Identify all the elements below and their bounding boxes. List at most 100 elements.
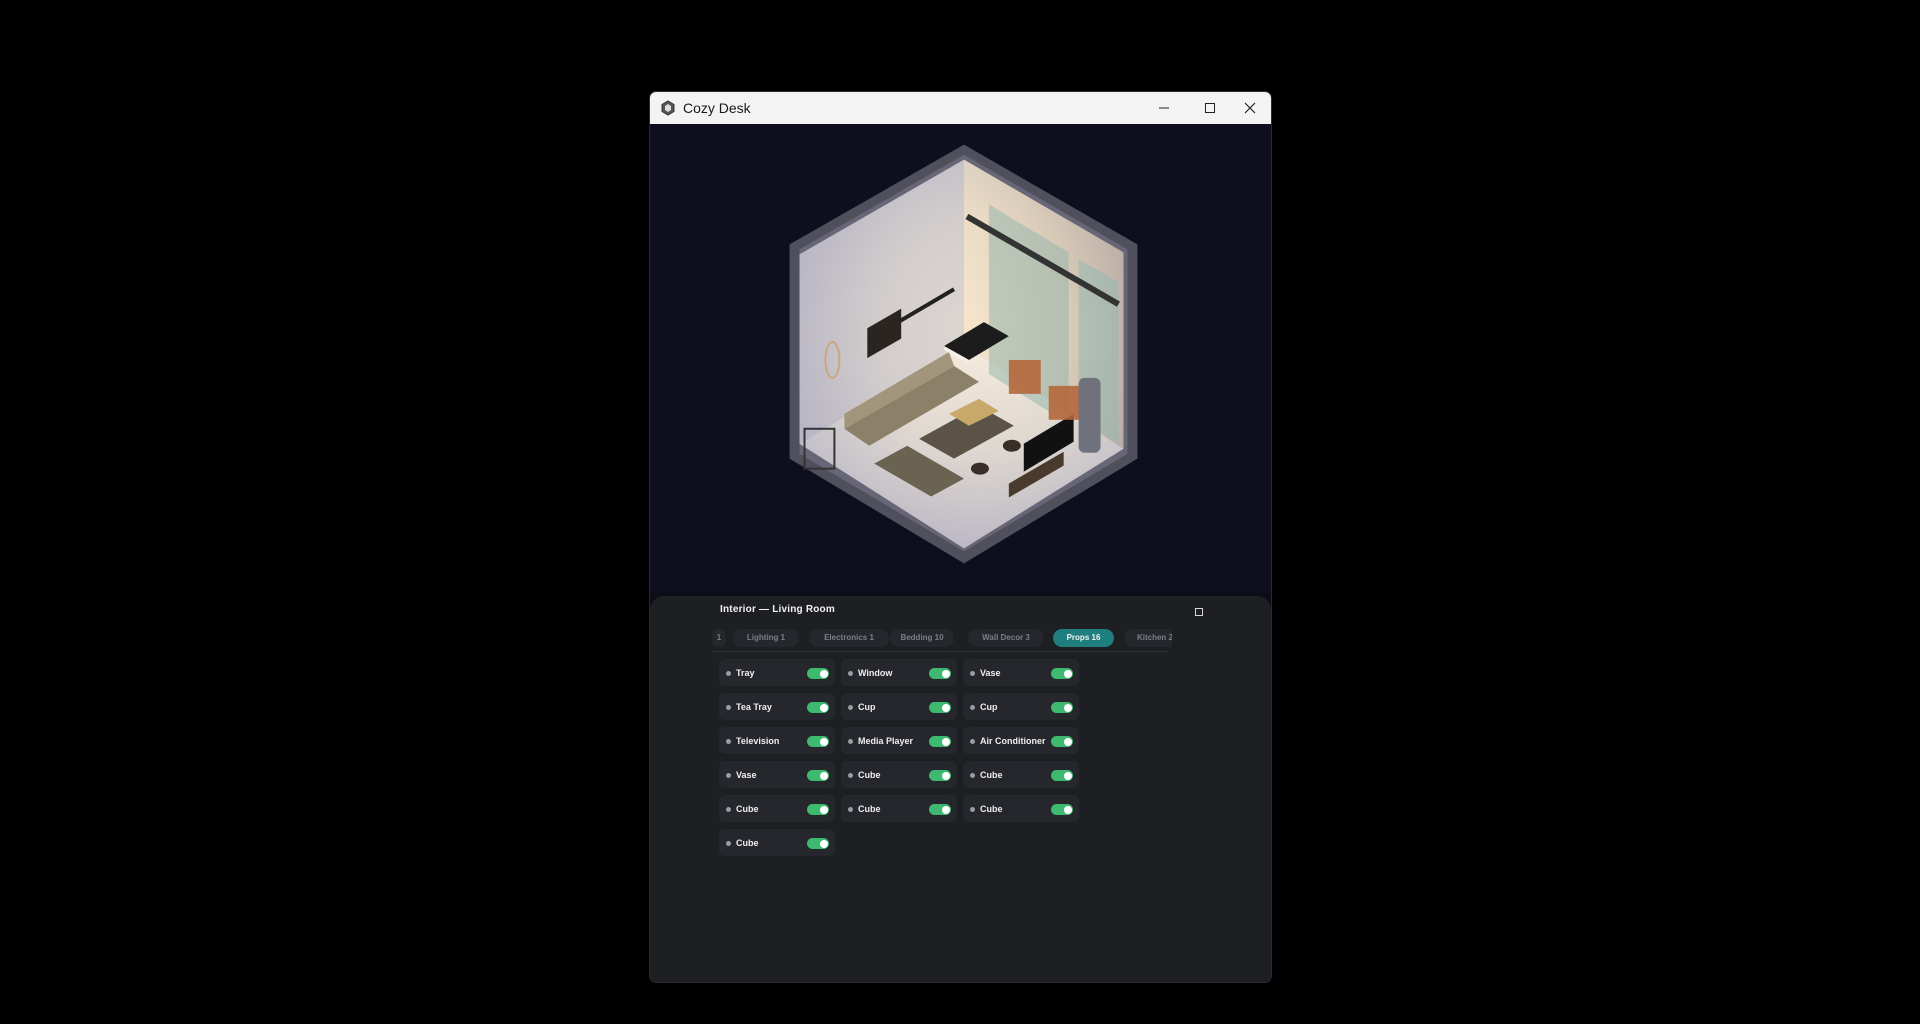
panel-title: Interior — Living Room <box>720 604 835 615</box>
list-item[interactable]: Cube <box>841 761 957 788</box>
visibility-toggle[interactable] <box>929 804 951 815</box>
list-item[interactable]: Cube <box>963 761 1079 788</box>
status-dot <box>726 705 731 710</box>
list-item[interactable]: Media Player <box>841 727 957 754</box>
toggle-knob <box>820 805 828 814</box>
toggle-knob <box>820 669 828 678</box>
item-label: Vase <box>980 668 1001 678</box>
status-dot <box>848 671 853 676</box>
minimize-button[interactable] <box>1141 92 1187 124</box>
item-label: Cube <box>980 804 1003 814</box>
visibility-toggle[interactable] <box>929 736 951 747</box>
minimize-icon <box>1159 107 1169 109</box>
visibility-toggle[interactable] <box>1051 736 1073 747</box>
status-dot <box>726 671 731 676</box>
tab-kitchen[interactable]: Kitchen 2 <box>1124 629 1172 647</box>
status-dot <box>726 807 731 812</box>
item-label: Tray <box>736 668 755 678</box>
visibility-toggle[interactable] <box>929 668 951 679</box>
visibility-toggle[interactable] <box>807 770 829 781</box>
list-item[interactable]: Air Conditioner <box>963 727 1079 754</box>
status-dot <box>848 773 853 778</box>
status-dot <box>848 739 853 744</box>
tab-props[interactable]: Props 16 <box>1053 629 1114 647</box>
status-dot <box>970 705 975 710</box>
visibility-toggle[interactable] <box>929 702 951 713</box>
item-label: Air Conditioner <box>980 736 1046 746</box>
visibility-toggle[interactable] <box>807 838 829 849</box>
tab-bedding[interactable]: Bedding 10 <box>890 629 954 647</box>
visibility-toggle[interactable] <box>807 668 829 679</box>
status-dot <box>970 739 975 744</box>
visibility-toggle[interactable] <box>1051 804 1073 815</box>
close-icon <box>1244 102 1256 114</box>
list-item[interactable]: Tray <box>719 659 835 686</box>
visibility-toggle[interactable] <box>929 770 951 781</box>
room-model <box>789 144 1138 564</box>
toggle-knob <box>1064 669 1072 678</box>
list-item[interactable]: Cube <box>963 795 1079 822</box>
status-dot <box>848 807 853 812</box>
visibility-toggle[interactable] <box>807 702 829 713</box>
status-dot <box>848 705 853 710</box>
list-item[interactable]: Tea Tray <box>719 693 835 720</box>
status-dot <box>970 807 975 812</box>
item-label: Tea Tray <box>736 702 772 712</box>
status-dot <box>970 671 975 676</box>
tab-lighting[interactable]: Lighting 1 <box>733 629 799 647</box>
item-label: Cube <box>858 770 881 780</box>
hexagon-logo-icon <box>661 100 675 116</box>
item-label: Cube <box>980 770 1003 780</box>
tab-wall-decor[interactable]: Wall Decor 3 <box>968 629 1044 647</box>
list-item[interactable]: Television <box>719 727 835 754</box>
status-dot <box>726 841 731 846</box>
item-label: Media Player <box>858 736 914 746</box>
close-button[interactable] <box>1227 92 1271 124</box>
toggle-knob <box>820 839 828 848</box>
visibility-toggle[interactable] <box>1051 668 1073 679</box>
category-tabs: 1 Lighting 1 Electronics 1 Bedding 10 Wa… <box>712 629 1172 647</box>
visibility-toggle[interactable] <box>1051 702 1073 713</box>
visibility-toggle[interactable] <box>807 736 829 747</box>
toggle-knob <box>1064 703 1072 712</box>
item-label: Window <box>858 668 893 678</box>
status-dot <box>726 773 731 778</box>
toggle-knob <box>820 737 828 746</box>
expand-icon[interactable] <box>1195 608 1203 616</box>
toggle-knob <box>1064 737 1072 746</box>
item-label: Cube <box>858 804 881 814</box>
list-item[interactable]: Cup <box>841 693 957 720</box>
toggle-knob <box>942 771 950 780</box>
toggle-knob <box>1064 805 1072 814</box>
list-item[interactable]: Vase <box>963 659 1079 686</box>
tab-1[interactable]: 1 <box>712 629 726 647</box>
item-label: Television <box>736 736 780 746</box>
room-viewport[interactable] <box>650 124 1271 591</box>
visibility-toggle[interactable] <box>807 804 829 815</box>
toggle-knob <box>942 737 950 746</box>
item-label: Cube <box>736 804 759 814</box>
status-dot <box>970 773 975 778</box>
toggle-knob <box>1064 771 1072 780</box>
app-window: Cozy Desk Interior — Living Room 1 Light… <box>649 91 1272 983</box>
status-dot <box>726 739 731 744</box>
toggle-knob <box>942 669 950 678</box>
maximize-icon <box>1205 103 1215 113</box>
tab-electronics[interactable]: Electronics 1 <box>809 629 889 647</box>
toggle-knob <box>820 771 828 780</box>
visibility-toggle[interactable] <box>1051 770 1073 781</box>
toggle-knob <box>942 805 950 814</box>
toggle-knob <box>942 703 950 712</box>
list-item[interactable]: Cup <box>963 693 1079 720</box>
title-bar[interactable]: Cozy Desk <box>650 92 1271 124</box>
list-item[interactable]: Vase <box>719 761 835 788</box>
toggle-knob <box>820 703 828 712</box>
list-item[interactable]: Cube <box>841 795 957 822</box>
list-item[interactable]: Window <box>841 659 957 686</box>
item-label: Cup <box>980 702 998 712</box>
list-item[interactable]: Cube <box>719 829 835 856</box>
object-panel: Interior — Living Room 1 Lighting 1 Elec… <box>650 596 1271 982</box>
tabs-divider <box>712 651 1168 652</box>
list-item[interactable]: Cube <box>719 795 835 822</box>
item-label: Cube <box>736 838 759 848</box>
